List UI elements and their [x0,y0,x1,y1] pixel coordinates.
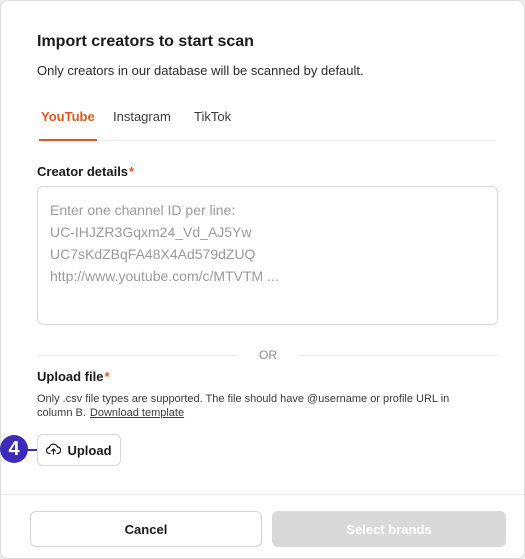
required-mark: * [129,164,135,179]
creator-details-label: Creator details* [37,164,134,179]
divider-line-left [37,355,237,356]
upload-help-text: Only .csv file types are supported. The … [37,392,477,420]
tab-tiktok[interactable]: TikTok [194,109,231,124]
step-marker-connector [27,449,37,451]
step-marker-badge: 4 [0,435,28,463]
modal-footer: Cancel Select brands [1,494,524,558]
cancel-button[interactable]: Cancel [30,511,262,547]
upload-button-label: Upload [67,442,112,458]
import-creators-modal: Import creators to start scan Only creat… [0,0,525,559]
tab-youtube[interactable]: YouTube [41,109,95,124]
required-mark: * [104,369,110,384]
creator-details-label-text: Creator details [37,164,129,179]
modal-title: Import creators to start scan [37,33,254,50]
or-divider: OR [37,347,498,363]
or-text: OR [259,348,277,362]
placeholder-line: UC-IHJZR3Gqxm24_Vd_AJ5Yw [50,224,252,240]
upload-file-label-text: Upload file [37,369,104,384]
cloud-upload-icon [46,443,62,458]
placeholder-line: UC7sKdZBqFA48X4Ad579dZUQ [50,246,256,262]
upload-button[interactable]: Upload [37,434,121,466]
creator-ids-textarea[interactable]: Enter one channel ID per line: UC-IHJZR3… [37,186,498,325]
placeholder-line: Enter one channel ID per line: [50,202,236,218]
divider-line-right [299,355,498,356]
upload-file-label: Upload file* [37,369,110,384]
download-template-link[interactable]: Download template [90,407,184,419]
tab-instagram[interactable]: Instagram [113,109,171,124]
select-brands-button[interactable]: Select brands [272,511,506,547]
modal-subtitle: Only creators in our database will be sc… [37,63,364,78]
placeholder-line: http://www.youtube.com/c/MTVTM ... [50,268,279,284]
platform-tabs: YouTube Instagram TikTok [37,105,496,141]
active-tab-indicator [39,139,97,141]
